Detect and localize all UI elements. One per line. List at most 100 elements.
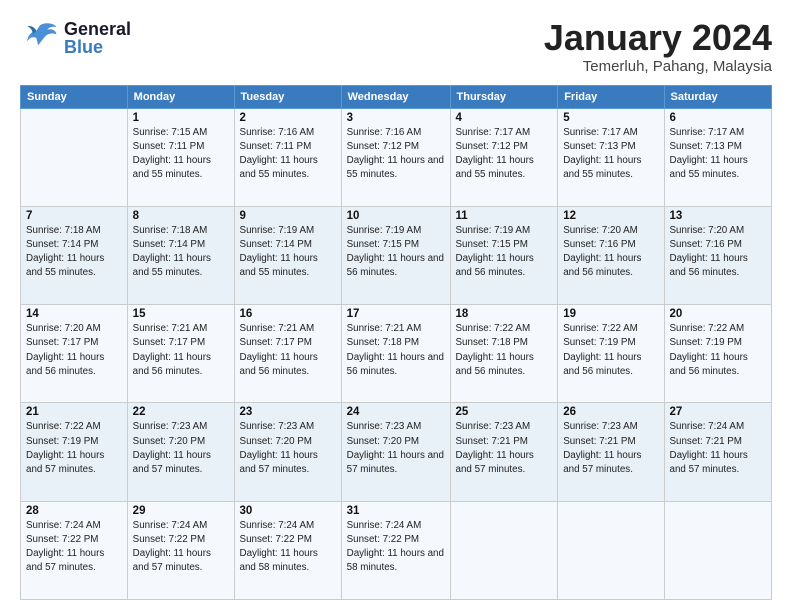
day-number: 19 [563, 308, 658, 320]
day-number: 10 [347, 210, 445, 222]
day-number: 22 [133, 406, 229, 418]
day-detail: Sunrise: 7:15 AM Sunset: 7:11 PM Dayligh… [133, 126, 229, 183]
daylight-text: Daylight: 11 hours and 56 minutes. [670, 352, 748, 377]
sunset-text: Sunset: 7:22 PM [26, 534, 98, 545]
table-row: 22 Sunrise: 7:23 AM Sunset: 7:20 PM Dayl… [127, 403, 234, 501]
sunset-text: Sunset: 7:14 PM [133, 239, 205, 250]
table-row: 6 Sunrise: 7:17 AM Sunset: 7:13 PM Dayli… [664, 108, 772, 206]
day-number: 28 [26, 505, 122, 517]
day-detail: Sunrise: 7:17 AM Sunset: 7:13 PM Dayligh… [670, 126, 767, 183]
daylight-text: Daylight: 11 hours and 57 minutes. [347, 450, 444, 475]
daylight-text: Daylight: 11 hours and 55 minutes. [456, 155, 534, 180]
daylight-text: Daylight: 11 hours and 58 minutes. [347, 548, 444, 573]
daylight-text: Daylight: 11 hours and 56 minutes. [563, 352, 641, 377]
day-detail: Sunrise: 7:23 AM Sunset: 7:21 PM Dayligh… [563, 420, 658, 477]
day-detail: Sunrise: 7:21 AM Sunset: 7:17 PM Dayligh… [240, 322, 336, 379]
day-detail: Sunrise: 7:21 AM Sunset: 7:18 PM Dayligh… [347, 322, 445, 379]
sunset-text: Sunset: 7:19 PM [26, 436, 98, 447]
daylight-text: Daylight: 11 hours and 56 minutes. [456, 253, 534, 278]
table-row: 8 Sunrise: 7:18 AM Sunset: 7:14 PM Dayli… [127, 206, 234, 304]
day-detail: Sunrise: 7:23 AM Sunset: 7:20 PM Dayligh… [133, 420, 229, 477]
sunrise-text: Sunrise: 7:21 AM [347, 323, 422, 334]
daylight-text: Daylight: 11 hours and 57 minutes. [26, 450, 104, 475]
sunset-text: Sunset: 7:17 PM [133, 337, 205, 348]
sunset-text: Sunset: 7:19 PM [563, 337, 635, 348]
sunset-text: Sunset: 7:20 PM [347, 436, 419, 447]
sunrise-text: Sunrise: 7:24 AM [240, 520, 315, 531]
day-detail: Sunrise: 7:19 AM Sunset: 7:15 PM Dayligh… [347, 224, 445, 281]
logo-blue-text: Blue [64, 38, 131, 56]
sunset-text: Sunset: 7:16 PM [670, 239, 742, 250]
day-detail: Sunrise: 7:24 AM Sunset: 7:22 PM Dayligh… [240, 519, 336, 576]
table-row: 16 Sunrise: 7:21 AM Sunset: 7:17 PM Dayl… [234, 305, 341, 403]
col-wednesday: Wednesday [341, 85, 450, 108]
day-detail: Sunrise: 7:24 AM Sunset: 7:22 PM Dayligh… [26, 519, 122, 576]
day-detail: Sunrise: 7:23 AM Sunset: 7:21 PM Dayligh… [456, 420, 553, 477]
sunrise-text: Sunrise: 7:24 AM [26, 520, 101, 531]
col-tuesday: Tuesday [234, 85, 341, 108]
calendar-week-row: 7 Sunrise: 7:18 AM Sunset: 7:14 PM Dayli… [21, 206, 772, 304]
sunrise-text: Sunrise: 7:16 AM [240, 127, 315, 138]
day-number: 31 [347, 505, 445, 517]
daylight-text: Daylight: 11 hours and 55 minutes. [347, 155, 444, 180]
sunrise-text: Sunrise: 7:20 AM [26, 323, 101, 334]
day-number: 25 [456, 406, 553, 418]
calendar-week-row: 28 Sunrise: 7:24 AM Sunset: 7:22 PM Dayl… [21, 501, 772, 599]
day-detail: Sunrise: 7:24 AM Sunset: 7:22 PM Dayligh… [133, 519, 229, 576]
sunset-text: Sunset: 7:20 PM [133, 436, 205, 447]
sunrise-text: Sunrise: 7:20 AM [563, 225, 638, 236]
table-row: 28 Sunrise: 7:24 AM Sunset: 7:22 PM Dayl… [21, 501, 128, 599]
table-row: 27 Sunrise: 7:24 AM Sunset: 7:21 PM Dayl… [664, 403, 772, 501]
day-detail: Sunrise: 7:21 AM Sunset: 7:17 PM Dayligh… [133, 322, 229, 379]
table-row: 30 Sunrise: 7:24 AM Sunset: 7:22 PM Dayl… [234, 501, 341, 599]
col-saturday: Saturday [664, 85, 772, 108]
logo-general-text: General [64, 20, 131, 38]
sunrise-text: Sunrise: 7:17 AM [563, 127, 638, 138]
sunset-text: Sunset: 7:13 PM [563, 141, 635, 152]
daylight-text: Daylight: 11 hours and 57 minutes. [133, 450, 211, 475]
daylight-text: Daylight: 11 hours and 56 minutes. [347, 253, 444, 278]
table-row: 7 Sunrise: 7:18 AM Sunset: 7:14 PM Dayli… [21, 206, 128, 304]
table-row [558, 501, 664, 599]
day-number: 24 [347, 406, 445, 418]
daylight-text: Daylight: 11 hours and 57 minutes. [240, 450, 318, 475]
daylight-text: Daylight: 11 hours and 56 minutes. [133, 352, 211, 377]
calendar-week-row: 14 Sunrise: 7:20 AM Sunset: 7:17 PM Dayl… [21, 305, 772, 403]
day-detail: Sunrise: 7:22 AM Sunset: 7:19 PM Dayligh… [563, 322, 658, 379]
sunrise-text: Sunrise: 7:18 AM [26, 225, 101, 236]
table-row: 12 Sunrise: 7:20 AM Sunset: 7:16 PM Dayl… [558, 206, 664, 304]
day-detail: Sunrise: 7:19 AM Sunset: 7:14 PM Dayligh… [240, 224, 336, 281]
sunset-text: Sunset: 7:19 PM [670, 337, 742, 348]
sunset-text: Sunset: 7:20 PM [240, 436, 312, 447]
sunrise-text: Sunrise: 7:22 AM [670, 323, 745, 334]
col-thursday: Thursday [450, 85, 558, 108]
day-detail: Sunrise: 7:17 AM Sunset: 7:13 PM Dayligh… [563, 126, 658, 183]
table-row: 18 Sunrise: 7:22 AM Sunset: 7:18 PM Dayl… [450, 305, 558, 403]
day-detail: Sunrise: 7:23 AM Sunset: 7:20 PM Dayligh… [240, 420, 336, 477]
daylight-text: Daylight: 11 hours and 57 minutes. [456, 450, 534, 475]
table-row: 13 Sunrise: 7:20 AM Sunset: 7:16 PM Dayl… [664, 206, 772, 304]
sunset-text: Sunset: 7:17 PM [240, 337, 312, 348]
daylight-text: Daylight: 11 hours and 55 minutes. [240, 253, 318, 278]
day-number: 12 [563, 210, 658, 222]
day-number: 29 [133, 505, 229, 517]
day-number: 1 [133, 112, 229, 124]
table-row: 26 Sunrise: 7:23 AM Sunset: 7:21 PM Dayl… [558, 403, 664, 501]
day-number: 11 [456, 210, 553, 222]
sunrise-text: Sunrise: 7:22 AM [456, 323, 531, 334]
sunrise-text: Sunrise: 7:22 AM [26, 421, 101, 432]
sunset-text: Sunset: 7:21 PM [456, 436, 528, 447]
sunrise-text: Sunrise: 7:16 AM [347, 127, 422, 138]
sunset-text: Sunset: 7:12 PM [456, 141, 528, 152]
sunset-text: Sunset: 7:22 PM [240, 534, 312, 545]
day-detail: Sunrise: 7:16 AM Sunset: 7:11 PM Dayligh… [240, 126, 336, 183]
sunset-text: Sunset: 7:16 PM [563, 239, 635, 250]
table-row [664, 501, 772, 599]
daylight-text: Daylight: 11 hours and 56 minutes. [26, 352, 104, 377]
sunrise-text: Sunrise: 7:21 AM [133, 323, 208, 334]
day-number: 16 [240, 308, 336, 320]
day-number: 26 [563, 406, 658, 418]
sunset-text: Sunset: 7:11 PM [133, 141, 205, 152]
sunrise-text: Sunrise: 7:23 AM [563, 421, 638, 432]
day-number: 20 [670, 308, 767, 320]
